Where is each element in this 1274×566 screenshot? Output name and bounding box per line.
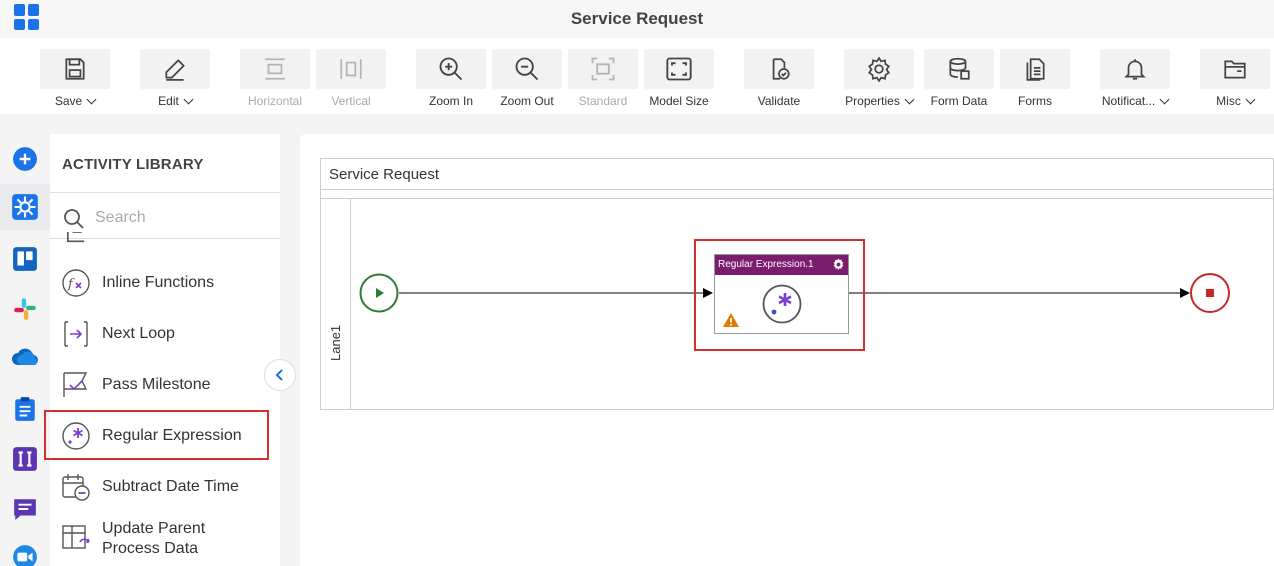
flow-diagram (359, 273, 1230, 313)
end-event[interactable] (1190, 273, 1230, 313)
stop-icon (1206, 289, 1214, 297)
regular-expression-task[interactable]: Regular Expression.1 (714, 254, 849, 334)
start-event[interactable] (359, 273, 399, 313)
task-header: Regular Expression.1 (715, 255, 848, 275)
task-title: Regular Expression.1 (718, 259, 814, 270)
gear-icon[interactable] (832, 258, 845, 271)
app: Service Request Save Edit Horizontal Ver… (0, 0, 1274, 566)
warning-icon[interactable] (722, 312, 740, 328)
regex-icon (762, 284, 802, 324)
